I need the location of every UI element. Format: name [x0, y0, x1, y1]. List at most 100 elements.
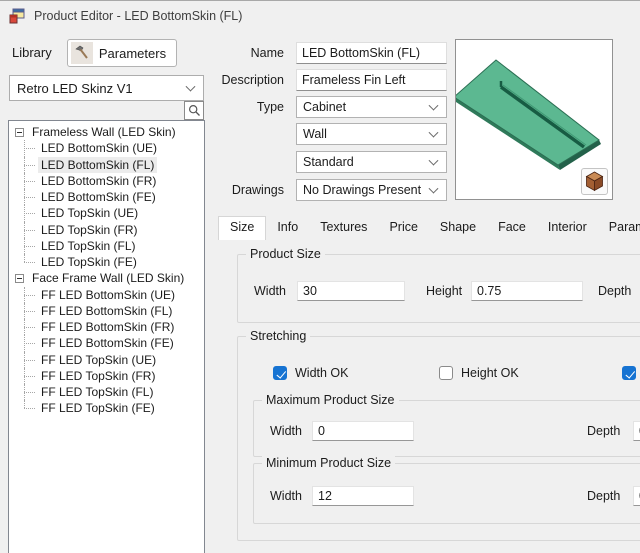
chevron-down-icon: [429, 156, 439, 166]
minimum-depth-input[interactable]: [633, 486, 640, 506]
checkbox-icon: [622, 366, 636, 380]
tree-item-label: FF LED BottomSkin (FL): [38, 303, 175, 319]
height-label: Height: [426, 281, 462, 301]
product-editor-window: Product Editor - LED BottomSkin (FL) Lib…: [0, 0, 640, 553]
product-size-title: Product Size: [246, 247, 325, 261]
hammer-icon: [71, 42, 93, 64]
tab[interactable]: Parameters: [598, 216, 640, 240]
tree-item[interactable]: LED TopSkin (FL): [9, 238, 204, 254]
tree-item-label: FF LED TopSkin (UE): [38, 352, 159, 368]
tree-item[interactable]: LED TopSkin (FR): [9, 222, 204, 238]
minimum-product-size-group: Minimum Product Size Width Depth: [253, 463, 640, 524]
collapse-icon[interactable]: [15, 274, 24, 283]
name-input[interactable]: [296, 42, 447, 64]
standard-select-value: Standard: [303, 155, 354, 169]
maximum-product-size-title: Maximum Product Size: [262, 393, 399, 407]
chevron-down-icon: [429, 184, 439, 194]
drawings-select[interactable]: No Drawings Present: [296, 179, 447, 201]
tree-item-label: FF LED TopSkin (FL): [38, 384, 156, 400]
tab-label: Price: [389, 220, 417, 234]
type-label: Type: [214, 96, 290, 118]
tab[interactable]: Price: [378, 216, 428, 240]
tree-item[interactable]: FF LED TopSkin (UE): [9, 352, 204, 368]
tree-item[interactable]: FF LED BottomSkin (FE): [9, 335, 204, 351]
standard-select[interactable]: Standard: [296, 151, 447, 173]
product-width-input[interactable]: [297, 281, 405, 301]
tab[interactable]: Textures: [309, 216, 378, 240]
library-label: Library: [12, 45, 52, 60]
height-ok-checkbox[interactable]: Height OK: [439, 365, 519, 381]
collapse-icon[interactable]: [15, 128, 24, 137]
parameters-button-label: Parameters: [93, 46, 176, 61]
tree-item[interactable]: FF LED TopSkin (FR): [9, 368, 204, 384]
tree-item[interactable]: LED BottomSkin (FE): [9, 189, 204, 205]
tree-item[interactable]: FF LED BottomSkin (FR): [9, 319, 204, 335]
product-size-group: Product Size Width Height Depth: [237, 254, 640, 323]
depth-label: Depth: [587, 486, 620, 506]
tree-item-label: LED TopSkin (FE): [38, 254, 140, 270]
name-label: Name: [214, 42, 290, 64]
tab[interactable]: Info: [266, 216, 309, 240]
height-ok-label: Height OK: [461, 366, 519, 380]
maximum-product-size-group: Maximum Product Size Width Depth: [253, 400, 640, 457]
checkbox-icon: [439, 366, 453, 380]
category-select-value: Wall: [303, 127, 327, 141]
product-preview-viewport[interactable]: [455, 39, 613, 200]
library-select[interactable]: Retro LED Skinz V1: [9, 75, 204, 101]
tree-item[interactable]: FF LED TopSkin (FL): [9, 384, 204, 400]
minimum-product-size-title: Minimum Product Size: [262, 456, 395, 470]
tab-label: Size: [230, 220, 254, 234]
tree-item[interactable]: LED TopSkin (UE): [9, 205, 204, 221]
tab-label: Parameters: [609, 220, 640, 234]
tree-item[interactable]: LED BottomSkin (FL): [9, 157, 204, 173]
width-label: Width: [254, 281, 286, 301]
chevron-down-icon: [429, 128, 439, 138]
width-label: Width: [270, 421, 302, 441]
tab-label: Info: [277, 220, 298, 234]
tab[interactable]: Shape: [429, 216, 487, 240]
app-window-icon: [9, 8, 25, 24]
parameters-button[interactable]: Parameters: [67, 39, 177, 67]
description-input[interactable]: [296, 69, 447, 91]
type-select-value: Cabinet: [303, 100, 346, 114]
minimum-width-input[interactable]: [312, 486, 414, 506]
width-label: Width: [270, 486, 302, 506]
stretching-group: Stretching Width OK Height OK D Maximum …: [237, 336, 640, 541]
category-select[interactable]: Wall: [296, 123, 447, 145]
tree-item-label: LED TopSkin (UE): [38, 205, 141, 221]
window-title: Product Editor - LED BottomSkin (FL): [34, 9, 242, 23]
search-button[interactable]: [184, 101, 204, 120]
tree-item[interactable]: Face Frame Wall (LED Skin): [9, 270, 204, 286]
width-ok-checkbox[interactable]: Width OK: [273, 365, 349, 381]
tree-item[interactable]: LED BottomSkin (UE): [9, 140, 204, 156]
stretching-title: Stretching: [246, 329, 310, 343]
type-select[interactable]: Cabinet: [296, 96, 447, 118]
tree-item-label: FF LED TopSkin (FE): [38, 400, 158, 416]
tree-item-label: FF LED BottomSkin (FR): [38, 319, 177, 335]
tree-item-label: LED BottomSkin (UE): [38, 140, 160, 156]
library-select-value: Retro LED Skinz V1: [17, 81, 133, 96]
view-cube-button[interactable]: [581, 168, 608, 195]
tree-item[interactable]: LED TopSkin (FE): [9, 254, 204, 270]
depth-label: Depth: [598, 281, 631, 301]
tree-item[interactable]: FF LED BottomSkin (UE): [9, 287, 204, 303]
search-icon: [188, 104, 201, 117]
maximum-width-input[interactable]: [312, 421, 414, 441]
tab-label: Textures: [320, 220, 367, 234]
description-label: Description: [214, 69, 290, 91]
tree-item[interactable]: Frameless Wall (LED Skin): [9, 124, 204, 140]
title-bar: Product Editor - LED BottomSkin (FL): [0, 1, 640, 31]
width-ok-label: Width OK: [295, 366, 349, 380]
product-height-input[interactable]: [471, 281, 583, 301]
tree-item[interactable]: LED BottomSkin (FR): [9, 173, 204, 189]
tree-item[interactable]: FF LED BottomSkin (FL): [9, 303, 204, 319]
tab[interactable]: Size: [218, 216, 266, 240]
tree-item-label: LED TopSkin (FR): [38, 222, 140, 238]
tree-item[interactable]: FF LED TopSkin (FE): [9, 400, 204, 416]
cube-icon: [585, 171, 604, 192]
tab[interactable]: Face: [487, 216, 537, 240]
tab[interactable]: Interior: [537, 216, 598, 240]
depth-ok-checkbox[interactable]: D: [622, 365, 640, 381]
tab-label: Face: [498, 220, 526, 234]
maximum-depth-input[interactable]: [633, 421, 640, 441]
